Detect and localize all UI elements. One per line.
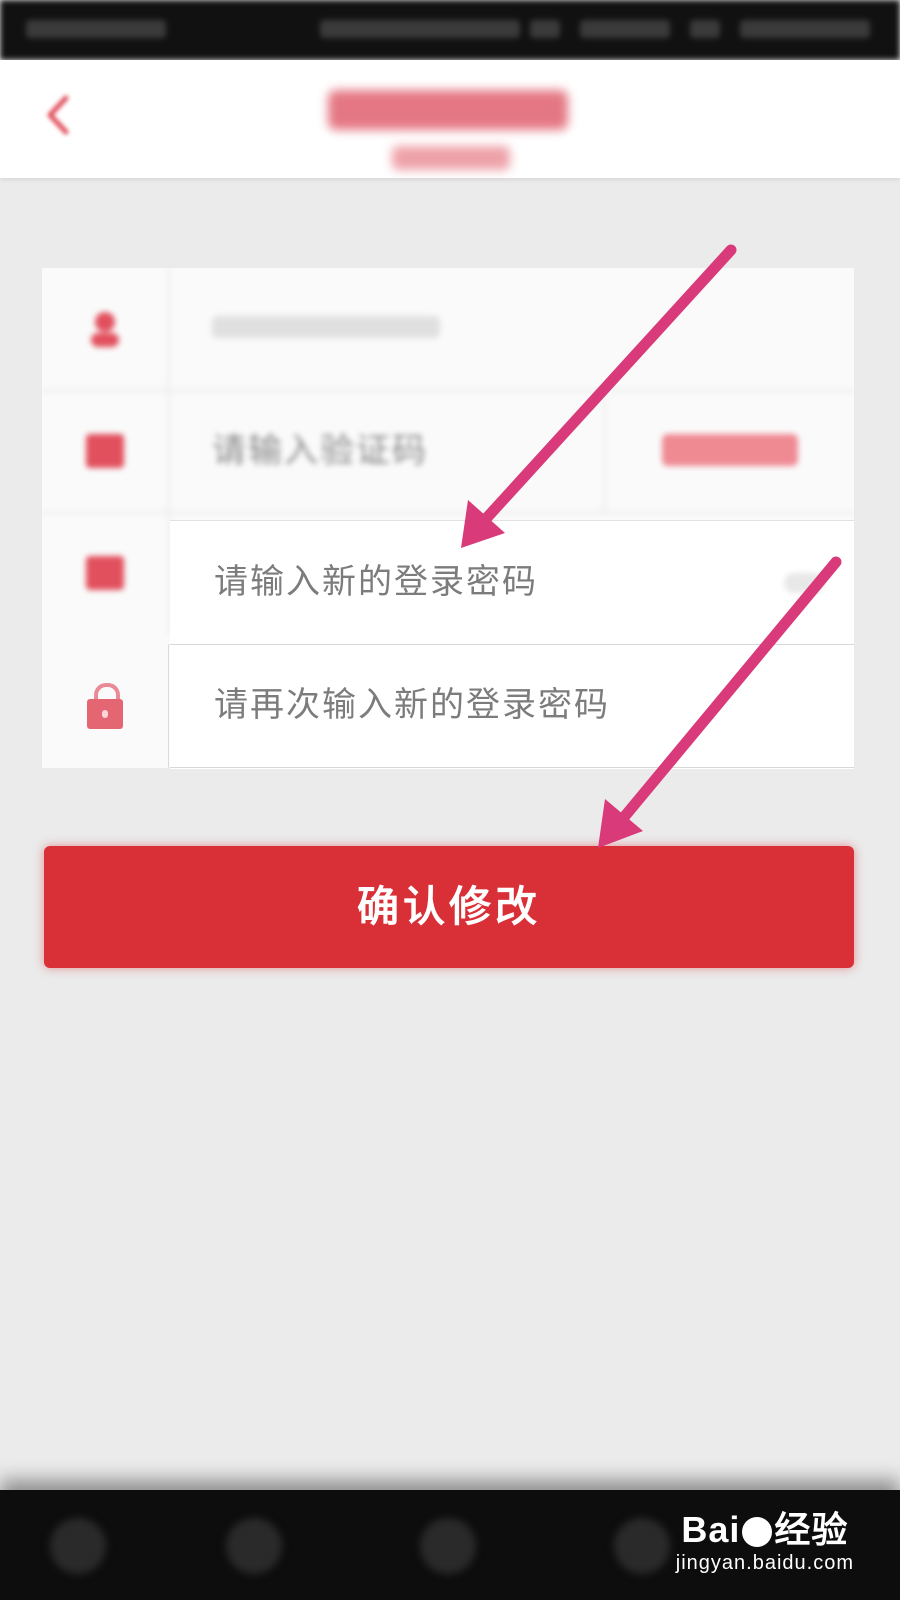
get-code-button[interactable] xyxy=(662,434,798,466)
verify-icon-cell xyxy=(42,390,169,512)
show-password-icon[interactable] xyxy=(784,573,824,593)
nav-home-button[interactable] xyxy=(226,1518,282,1574)
key-icon xyxy=(86,556,124,590)
baidu-jingyan-watermark: Bai 经验 jingyan.baidu.com xyxy=(676,1510,854,1576)
watermark-logo: Bai 经验 xyxy=(681,1509,849,1550)
header xyxy=(0,60,900,178)
phone-input[interactable] xyxy=(212,316,440,338)
shield-icon xyxy=(86,434,124,468)
confirm-password-input[interactable]: 请再次输入新的登录密码 xyxy=(214,644,610,767)
verify-code-row: 请输入验证码 xyxy=(42,390,854,513)
phone-row xyxy=(42,268,854,391)
code-divider xyxy=(604,390,605,512)
confirm-button[interactable]: 确认修改 xyxy=(44,846,854,968)
watermark-url: jingyan.baidu.com xyxy=(675,1552,854,1574)
annotation-arrows xyxy=(461,244,842,848)
verify-code-input[interactable]: 请输入验证码 xyxy=(212,390,428,512)
back-button[interactable] xyxy=(38,90,78,140)
nav-recent-button[interactable] xyxy=(614,1518,670,1574)
page-subtitle xyxy=(392,146,510,170)
nav-back-button[interactable] xyxy=(420,1518,476,1574)
user-icon xyxy=(91,312,119,347)
status-bar xyxy=(0,0,900,60)
new-password-row: 请输入新的登录密码 xyxy=(170,521,854,645)
confirm-password-row: 请再次输入新的登录密码 xyxy=(170,644,854,768)
screen: 请输入验证码 请输入新的登录密码 请再次输入新的登录密码 确认修改 Bai 经验… xyxy=(0,0,900,1600)
paw-icon xyxy=(742,1517,773,1548)
page-title xyxy=(328,90,568,130)
system-nav-bar: Bai 经验 jingyan.baidu.com xyxy=(0,1490,900,1600)
password-inputs-panel: 请输入新的登录密码 请再次输入新的登录密码 xyxy=(170,520,854,769)
back-arrow-icon xyxy=(47,95,69,135)
nav-menu-button[interactable] xyxy=(50,1518,106,1574)
new-password-icon-cell xyxy=(42,512,169,634)
phone-icon-cell xyxy=(42,268,169,390)
new-password-input[interactable]: 请输入新的登录密码 xyxy=(214,521,538,644)
lock-icon xyxy=(85,683,125,729)
confirm-password-icon-cell xyxy=(42,644,169,768)
